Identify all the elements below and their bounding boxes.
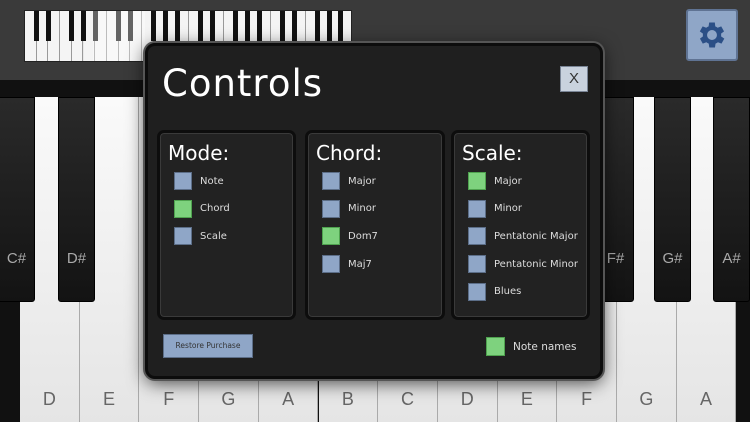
white-key-label: B <box>341 389 354 409</box>
scale-option-checkbox[interactable] <box>468 282 486 301</box>
chord-heading: Chord: <box>316 141 383 165</box>
black-key[interactable]: G# <box>654 97 691 302</box>
mode-panel: Mode: Note Chord Scale <box>157 130 296 320</box>
white-key-label: C <box>401 389 415 409</box>
scale-option-label: Major <box>494 175 522 187</box>
mode-option-label: Scale <box>200 230 227 242</box>
mode-option-note[interactable]: Note <box>174 172 224 190</box>
black-key[interactable]: D# <box>58 97 95 302</box>
scale-option-pentatonic-major[interactable]: Pentatonic Major <box>468 227 578 246</box>
scale-option-checkbox[interactable] <box>468 227 486 246</box>
chord-option-label: Maj7 <box>348 258 372 270</box>
black-key-label: C# <box>6 250 27 267</box>
restore-purchase-button[interactable]: Restore Purchase <box>163 334 253 358</box>
chord-option-checkbox[interactable] <box>322 227 340 246</box>
chord-option-maj7[interactable]: Maj7 <box>322 255 372 274</box>
white-key-label: G <box>639 389 654 409</box>
gear-icon <box>699 22 725 48</box>
mode-option-label: Note <box>200 175 224 187</box>
settings-button[interactable] <box>686 9 738 61</box>
note-names-checkbox[interactable] <box>486 337 505 356</box>
note-names-toggle[interactable]: Note names <box>486 337 576 356</box>
white-key-label: D <box>460 389 474 409</box>
chord-option-checkbox[interactable] <box>322 172 340 190</box>
white-key-label: F <box>163 389 175 409</box>
mode-option-chord[interactable]: Chord <box>174 199 230 218</box>
scale-option-checkbox[interactable] <box>468 172 486 190</box>
black-key-label: F# <box>606 250 625 267</box>
white-key-label: A <box>700 389 713 409</box>
mode-option-checkbox[interactable] <box>174 227 192 246</box>
scale-option-label: Pentatonic Major <box>494 230 578 242</box>
white-key-label: F <box>581 389 593 409</box>
chord-option-checkbox[interactable] <box>322 199 340 218</box>
chord-option-label: Major <box>348 175 376 187</box>
black-key-label: G# <box>662 250 683 267</box>
chord-option-major[interactable]: Major <box>322 172 376 190</box>
scale-option-major[interactable]: Major <box>468 172 522 190</box>
white-key-label: A <box>282 389 295 409</box>
white-key-label: E <box>520 389 533 409</box>
black-key-label: A# <box>722 250 741 267</box>
scale-option-label: Minor <box>494 203 522 215</box>
mode-option-scale[interactable]: Scale <box>174 227 227 246</box>
chord-option-label: Dom7 <box>348 230 378 242</box>
mode-option-checkbox[interactable] <box>174 172 192 190</box>
white-key-label: D <box>42 389 56 409</box>
chord-option-label: Minor <box>348 203 376 215</box>
scale-option-checkbox[interactable] <box>468 199 486 218</box>
chord-panel: Chord: Major Minor Dom7 Maj7 <box>305 130 445 320</box>
mode-option-label: Chord <box>200 203 230 215</box>
mode-option-checkbox[interactable] <box>174 199 192 218</box>
black-key[interactable]: C# <box>0 97 35 302</box>
black-key[interactable]: A# <box>713 97 750 302</box>
scale-option-label: Pentatonic Minor <box>494 258 579 270</box>
chord-option-checkbox[interactable] <box>322 255 340 274</box>
black-key-label: D# <box>66 250 87 267</box>
dialog-title: Controls <box>162 62 324 105</box>
controls-dialog: Controls X Mode: Note Chord Scale Chord: M… <box>145 43 603 379</box>
scale-option-pentatonic-minor[interactable]: Pentatonic Minor <box>468 255 579 274</box>
mode-heading: Mode: <box>168 141 230 165</box>
scale-option-minor[interactable]: Minor <box>468 199 522 218</box>
scale-panel: Scale: Major Minor Pentatonic Major Pentato… <box>451 130 590 320</box>
white-key-label: G <box>221 389 236 409</box>
scale-option-checkbox[interactable] <box>468 255 486 274</box>
scale-option-label: Blues <box>494 286 522 298</box>
white-key-label: E <box>103 389 116 409</box>
note-names-label: Note names <box>513 340 577 353</box>
close-button[interactable]: X <box>560 66 588 92</box>
chord-option-dom7[interactable]: Dom7 <box>322 227 378 246</box>
scale-heading: Scale: <box>462 141 523 165</box>
chord-option-minor[interactable]: Minor <box>322 199 376 218</box>
scale-option-blues[interactable]: Blues <box>468 282 522 301</box>
